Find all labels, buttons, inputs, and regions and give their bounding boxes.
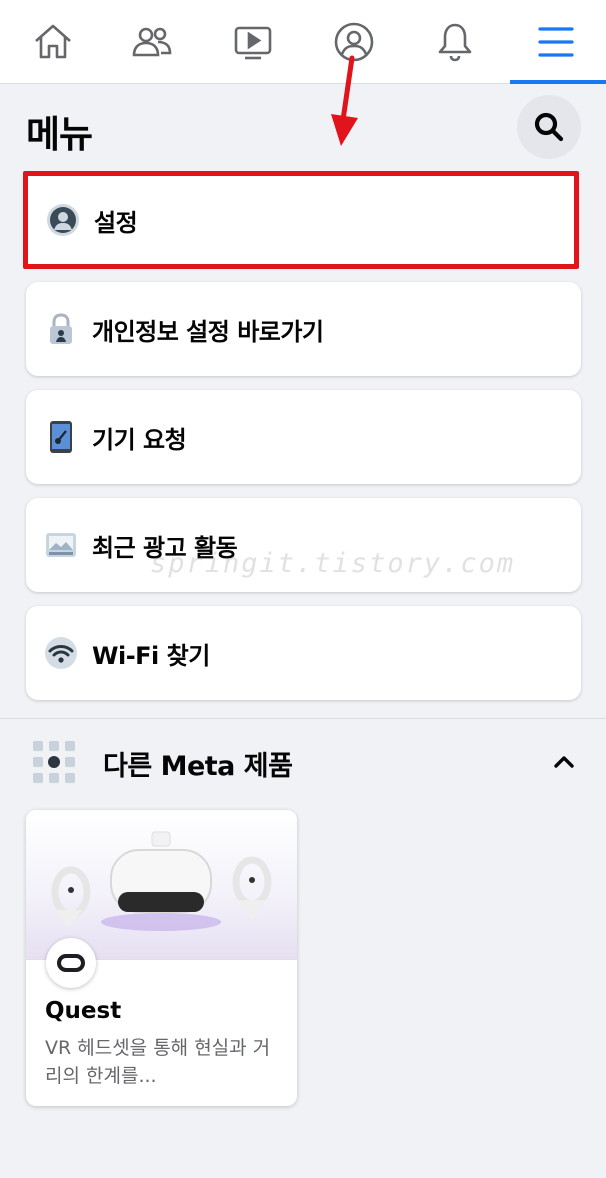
watermark-text: springit.tistory.com xyxy=(150,548,516,579)
phone-key-icon xyxy=(44,420,78,454)
watch-icon xyxy=(234,26,271,60)
search-icon xyxy=(534,112,564,142)
product-description: VR 헤드셋을 통해 현실과 거리의 한계를... xyxy=(45,1037,271,1087)
apps-grid-icon xyxy=(33,741,75,783)
nav-friends[interactable] xyxy=(101,0,202,84)
wifi-icon xyxy=(44,636,78,670)
bell-icon xyxy=(438,23,471,62)
menu-item-label: 설정 xyxy=(94,208,138,237)
ad-image-icon xyxy=(44,528,78,562)
search-button[interactable] xyxy=(517,95,581,159)
nav-home[interactable] xyxy=(2,0,103,84)
menu-item-label: 개인정보 설정 바로가기 xyxy=(92,317,324,346)
friends-icon xyxy=(132,27,171,57)
section-divider xyxy=(0,718,606,719)
nav-menu[interactable] xyxy=(505,0,606,84)
menu-item-find-wifi[interactable]: Wi-Fi 찾기 xyxy=(26,606,581,700)
annotation-arrow-icon xyxy=(331,55,358,146)
menu-item-device-requests[interactable]: 기기 요청 xyxy=(26,390,581,484)
nav-watch[interactable] xyxy=(202,0,303,84)
nav-active-indicator xyxy=(510,80,606,84)
menu-item-label: 기기 요청 xyxy=(92,425,187,454)
menu-icon xyxy=(537,27,574,57)
chevron-up-icon[interactable] xyxy=(550,750,578,774)
lock-icon xyxy=(44,312,78,346)
quest-logo-icon xyxy=(57,954,85,972)
home-icon xyxy=(34,24,71,59)
product-card-quest[interactable]: Quest VR 헤드셋을 통해 현실과 거리의 한계를... xyxy=(26,810,297,1106)
menu-item-label: Wi-Fi 찾기 xyxy=(92,641,210,670)
quest-logo-badge xyxy=(46,938,96,988)
menu-item-privacy-shortcuts[interactable]: 개인정보 설정 바로가기 xyxy=(26,282,581,376)
nav-notifications[interactable] xyxy=(404,0,505,84)
top-nav-bar xyxy=(0,0,606,84)
more-products-title: 다른 Meta 제품 xyxy=(103,751,293,782)
page-title: 메뉴 xyxy=(26,113,93,156)
product-name: Quest xyxy=(45,998,122,1024)
menu-item-settings[interactable]: 설정 xyxy=(23,171,579,269)
more-products-header[interactable]: 다른 Meta 제품 xyxy=(0,730,606,794)
settings-person-icon xyxy=(46,203,80,237)
